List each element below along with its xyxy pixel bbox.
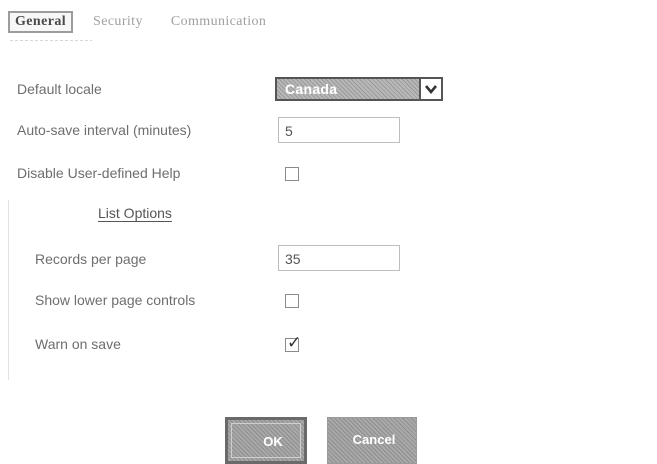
tab-underline xyxy=(10,40,92,41)
disable-help-checkbox[interactable] xyxy=(285,167,299,181)
disable-help-label: Disable User-defined Help xyxy=(17,165,181,181)
tab-security[interactable]: Security xyxy=(89,12,147,32)
preferences-dialog: { "tabs": [ {"label": "General", "active… xyxy=(0,0,657,464)
chevron-down-icon[interactable] xyxy=(419,79,441,99)
tab-communication[interactable]: Communication xyxy=(167,12,270,32)
autosave-interval-input[interactable]: 5 xyxy=(278,117,400,143)
default-locale-value: Canada xyxy=(285,81,338,97)
cancel-button[interactable]: Cancel xyxy=(327,417,417,464)
ok-button-label: OK xyxy=(263,434,283,449)
tab-bar: General Security Communication xyxy=(8,8,270,36)
scan-artifact xyxy=(8,200,9,380)
show-lower-controls-checkbox[interactable] xyxy=(285,294,299,308)
warn-on-save-checkbox[interactable]: ✓ xyxy=(285,333,301,352)
tab-general[interactable]: General xyxy=(8,11,74,33)
records-per-page-input[interactable]: 35 xyxy=(278,245,400,271)
autosave-interval-label: Auto-save interval (minutes) xyxy=(17,122,192,138)
cancel-button-label: Cancel xyxy=(352,432,396,447)
list-options-heading: List Options xyxy=(98,205,172,221)
warn-on-save-label: Warn on save xyxy=(35,336,121,352)
default-locale-select[interactable]: Canada xyxy=(275,77,443,101)
ok-button[interactable]: OK xyxy=(225,417,307,464)
default-locale-label: Default locale xyxy=(17,81,102,97)
show-lower-controls-label: Show lower page controls xyxy=(35,292,196,308)
records-per-page-label: Records per page xyxy=(35,251,147,267)
checkmark-icon: ✓ xyxy=(287,333,302,352)
